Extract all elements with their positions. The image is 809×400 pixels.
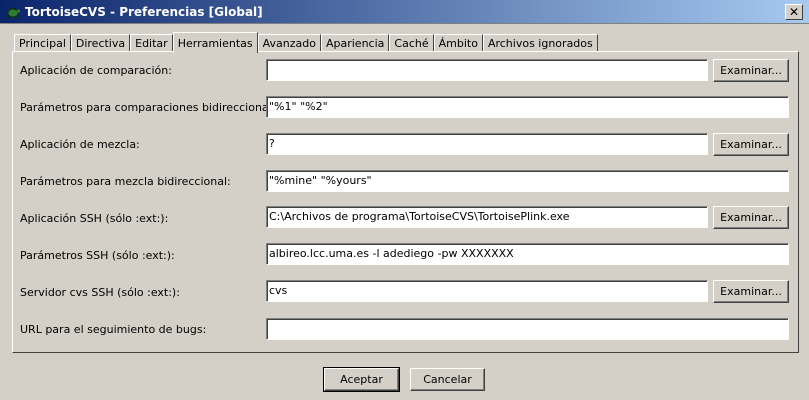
diff-app-input[interactable] [266,59,708,81]
ssh-cvs-server-browse-button[interactable]: Examinar... [713,280,789,303]
title-bar: TortoiseCVS - Preferencias [Global] ✕ [0,0,809,24]
tab-editar[interactable]: Editar [130,34,173,52]
accept-button[interactable]: Aceptar [323,367,400,392]
ssh-params-input[interactable]: albireo.lcc.uma.es -l adediego -pw XXXXX… [266,243,789,265]
bug-tracker-url-label: URL para el seguimiento de bugs: [20,323,207,336]
ssh-params-label: Parámetros SSH (sólo :ext:): [20,249,175,262]
merge-params-input[interactable]: "%mine" "%yours" [266,170,789,192]
diff-app-browse-button[interactable]: Examinar... [713,59,789,82]
merge-app-input[interactable]: ? [266,133,708,155]
merge-params-label: Parámetros para mezcla bidireccional: [20,175,231,188]
tab-ambito[interactable]: Ámbito [433,34,483,52]
diff-params-input[interactable]: "%1" "%2" [266,96,789,118]
tab-apariencia[interactable]: Apariencia [320,34,390,52]
close-icon: ✕ [788,5,800,19]
diff-params-label: Parámetros para comparaciones bidireccio… [20,101,288,114]
close-button[interactable]: ✕ [785,4,803,20]
ssh-app-input[interactable]: C:\Archivos de programa\TortoiseCVS\Tort… [266,206,708,228]
merge-app-label: Aplicación de mezcla: [20,138,140,151]
ssh-cvs-server-label: Servidor cvs SSH (sólo :ext:): [20,286,180,299]
tab-bar: Principal Directiva Editar Herramientas … [14,32,598,53]
tab-archivos-ignorados[interactable]: Archivos ignorados [482,34,598,52]
ssh-app-browse-button[interactable]: Examinar... [713,206,789,229]
tab-herramientas[interactable]: Herramientas [172,32,258,53]
ssh-cvs-server-input[interactable]: cvs [266,280,708,302]
tab-principal[interactable]: Principal [14,34,71,52]
cancel-button[interactable]: Cancelar [410,368,485,391]
tab-cache[interactable]: Caché [389,34,434,52]
ssh-app-label: Aplicación SSH (sólo :ext:): [20,212,169,225]
window-title: TortoiseCVS - Preferencias [Global] [25,5,263,19]
bug-tracker-url-input[interactable] [266,318,789,340]
merge-app-browse-button[interactable]: Examinar... [713,133,789,156]
tab-directiva[interactable]: Directiva [70,34,131,52]
tortoise-icon [7,8,21,19]
diff-app-label: Aplicación de comparación: [20,64,172,77]
tab-avanzado[interactable]: Avanzado [257,34,321,52]
